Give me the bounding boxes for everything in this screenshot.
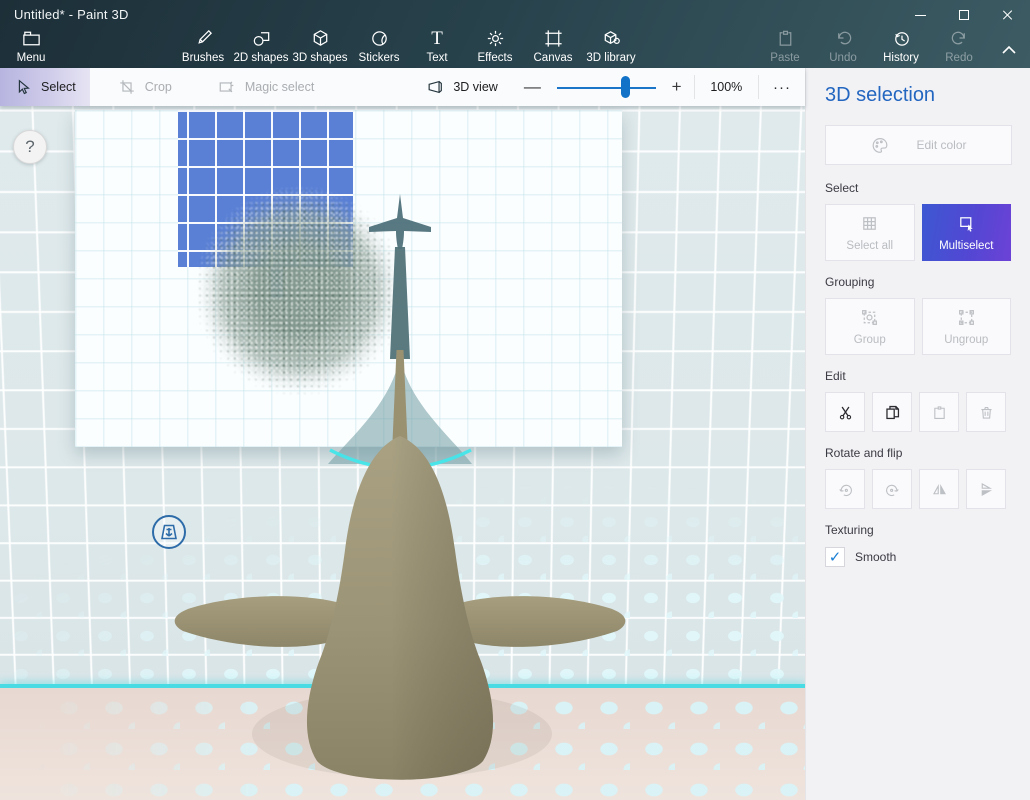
tab-3d-shapes[interactable]: 3D shapes	[289, 28, 351, 64]
paste-clipboard-icon	[931, 404, 948, 421]
2d-shapes-icon	[251, 28, 272, 49]
smooth-checkbox-row[interactable]: ✓ Smooth	[825, 547, 1011, 567]
3d-view-icon	[426, 78, 444, 96]
zoom-slider[interactable]	[553, 68, 660, 106]
effects-icon	[485, 28, 506, 49]
trash-icon	[978, 404, 995, 421]
chevron-up-icon	[1002, 45, 1016, 54]
brush-icon	[193, 28, 214, 49]
workspace-floor	[0, 688, 805, 800]
flip-vertical-icon	[978, 481, 995, 498]
zoom-in-button[interactable]: +	[660, 77, 694, 97]
3d-selection-panel: 3D selection Edit color Select Select al…	[805, 68, 1030, 800]
paste-panel-button[interactable]	[919, 392, 959, 432]
ungroup-button[interactable]: Ungroup	[922, 298, 1012, 355]
object-anchor-button[interactable]	[150, 513, 188, 551]
select-all-button[interactable]: Select all	[825, 204, 915, 261]
select-tool-button[interactable]: Select	[0, 68, 90, 106]
smooth-label: Smooth	[855, 550, 896, 564]
palette-icon	[870, 135, 890, 155]
smooth-checkbox[interactable]: ✓	[825, 547, 845, 567]
copy-icon	[884, 404, 901, 421]
3d-library-icon	[601, 28, 622, 49]
view-mode-button[interactable]: 3D view	[412, 68, 511, 106]
history-button[interactable]: History	[870, 28, 932, 64]
anchor-icon	[150, 513, 188, 551]
rotate-left-icon	[837, 481, 854, 498]
zoom-slider-thumb[interactable]	[621, 76, 630, 98]
edit-color-button[interactable]: Edit color	[825, 125, 1012, 165]
help-button[interactable]: ?	[13, 130, 47, 164]
tab-brushes[interactable]: Brushes	[172, 28, 234, 64]
canvas-icon	[543, 28, 564, 49]
more-options-button[interactable]: ···	[759, 79, 805, 96]
flip-horizontal-button[interactable]	[919, 469, 959, 509]
magic-select-icon	[218, 78, 236, 96]
maximize-icon	[959, 10, 969, 20]
tool-options-bar: Select Crop Magic select 3D view — + 100…	[0, 68, 805, 106]
crop-tool-button[interactable]: Crop	[104, 68, 186, 106]
tab-stickers[interactable]: Stickers	[348, 28, 410, 64]
check-icon: ✓	[829, 548, 842, 566]
tab-effects[interactable]: Effects	[464, 28, 526, 64]
redo-icon	[949, 28, 970, 49]
crop-icon	[118, 78, 136, 96]
select-cursor-icon	[14, 78, 32, 96]
flip-horizontal-icon	[931, 481, 948, 498]
magic-select-button[interactable]: Magic select	[204, 68, 328, 106]
minimize-icon	[915, 15, 926, 16]
select-all-icon	[860, 214, 879, 233]
history-icon	[891, 28, 912, 49]
blue-rectangle-drawing[interactable]	[178, 110, 353, 267]
undo-button[interactable]: Undo	[812, 28, 874, 64]
halftone-dots-floor	[0, 688, 805, 800]
stickers-icon	[369, 28, 390, 49]
texturing-heading: Texturing	[825, 523, 1011, 537]
multiselect-icon	[957, 214, 976, 233]
tab-3d-library[interactable]: 3D library	[580, 28, 642, 64]
tab-text[interactable]: T Text	[406, 28, 468, 64]
titlebar: Untitled* - Paint 3D Menu Brushes 2D sha…	[0, 0, 1030, 68]
delete-button[interactable]	[966, 392, 1006, 432]
cut-button[interactable]	[825, 392, 865, 432]
group-button[interactable]: Group	[825, 298, 915, 355]
rotate-flip-heading: Rotate and flip	[825, 446, 1011, 460]
zoom-level-button[interactable]: 100%	[694, 80, 758, 94]
edit-heading: Edit	[825, 369, 1011, 383]
multiselect-button[interactable]: Multiselect	[922, 204, 1012, 261]
tab-2d-shapes[interactable]: 2D shapes	[230, 28, 292, 64]
paste-icon	[775, 28, 796, 49]
tab-canvas[interactable]: Canvas	[522, 28, 584, 64]
panel-title: 3D selection	[825, 84, 1011, 107]
ungroup-icon	[957, 308, 976, 327]
question-mark-icon: ?	[25, 137, 34, 157]
rotate-right-icon	[884, 481, 901, 498]
close-icon	[1002, 9, 1014, 21]
select-heading: Select	[825, 181, 1011, 195]
zoom-out-button[interactable]: —	[512, 77, 553, 97]
group-icon	[860, 308, 879, 327]
collapse-ribbon-button[interactable]	[996, 38, 1022, 60]
grouping-heading: Grouping	[825, 275, 1011, 289]
redo-button[interactable]: Redo	[928, 28, 990, 64]
zoom-slider-track	[557, 87, 656, 89]
undo-icon	[833, 28, 854, 49]
rotate-left-button[interactable]	[825, 469, 865, 509]
menu-button[interactable]: Menu	[0, 28, 62, 64]
ribbon: Menu Brushes 2D shapes 3D shapes Sticker…	[0, 26, 1030, 68]
window-title: Untitled* - Paint 3D	[14, 7, 129, 22]
3d-shapes-icon	[310, 28, 331, 49]
text-icon: T	[431, 28, 443, 49]
copy-button[interactable]	[872, 392, 912, 432]
blue-rectangle-tab	[271, 266, 283, 299]
menu-icon	[21, 28, 42, 49]
flip-vertical-button[interactable]	[966, 469, 1006, 509]
paste-button[interactable]: Paste	[754, 28, 816, 64]
canvas-viewport[interactable]: ?	[0, 106, 805, 800]
cut-scissors-icon	[837, 404, 854, 421]
rotate-right-button[interactable]	[872, 469, 912, 509]
